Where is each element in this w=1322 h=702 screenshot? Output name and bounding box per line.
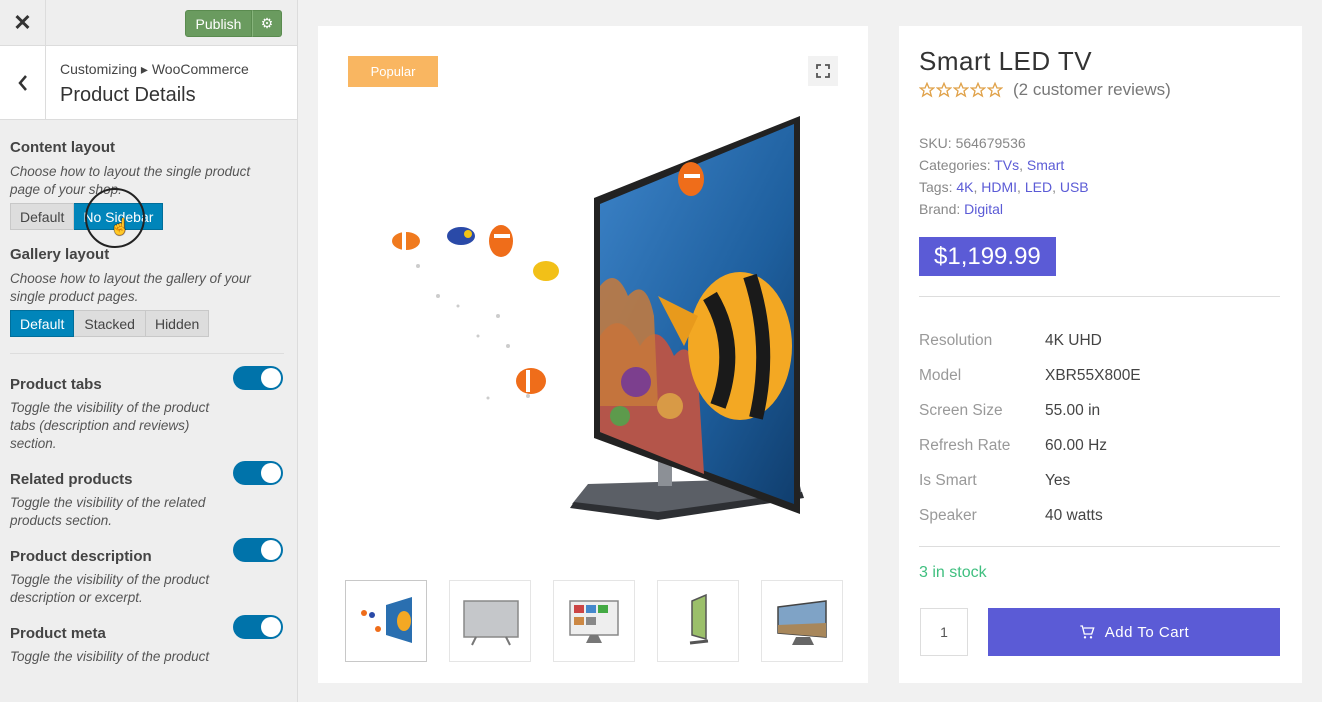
related-products-desc: Toggle the visibility of the related pro…	[10, 495, 206, 528]
divider	[919, 546, 1280, 547]
star-icon	[970, 82, 986, 98]
content-layout-title: Content layout	[10, 139, 115, 156]
thumbnail-5[interactable]	[761, 580, 843, 662]
thumbnail-3[interactable]	[553, 580, 635, 662]
product-meta: SKU: 564679536 Categories: TVs, Smart Ta…	[919, 132, 1089, 220]
spec-row: Screen Size 55.00 in	[919, 401, 1101, 419]
gallery-layout-hidden[interactable]: Hidden	[145, 310, 210, 337]
content-layout-desc: Choose how to layout the single product …	[10, 164, 251, 197]
gallery-layout-stacked[interactable]: Stacked	[74, 310, 146, 337]
customer-reviews-link[interactable]: (2 customer reviews)	[1013, 80, 1171, 100]
spec-row: Speaker 40 watts	[919, 506, 1103, 524]
product-summary: Smart LED TV (2 customer reviews) SKU: 5…	[899, 26, 1302, 683]
brand-link[interactable]: Digital	[964, 201, 1003, 217]
star-icon	[953, 82, 969, 98]
divider	[10, 353, 284, 354]
related-products-control: Related products Toggle the visibility o…	[10, 461, 287, 530]
related-products-toggle[interactable]	[233, 461, 283, 485]
publish-settings-gear-icon[interactable]: ⚙	[252, 10, 282, 37]
spec-list: Resolution 4K UHD Model XBR55X800E Screen …	[919, 323, 1141, 533]
section-header: Customizing ▸ WooCommerce Product Detail…	[0, 46, 297, 120]
customizer-sidebar: ✕ Publish ⚙ Customizing ▸ WooCommerce Pr…	[0, 0, 298, 702]
tag-link[interactable]: LED	[1025, 179, 1052, 195]
product-title: Smart LED TV	[919, 46, 1093, 76]
product-tabs-toggle[interactable]	[233, 366, 283, 390]
content-layout-default[interactable]: Default	[10, 203, 75, 230]
gallery-layout-desc: Choose how to layout the gallery of your…	[10, 271, 251, 304]
category-link[interactable]: TVs	[994, 157, 1019, 173]
add-to-cart-button[interactable]: Add To Cart	[988, 608, 1280, 656]
cart-icon	[1080, 625, 1095, 639]
product-price: $1,199.99	[919, 237, 1056, 276]
star-rating	[919, 82, 1003, 98]
tags-line: Tags: 4K, HDMI, LED, USB	[919, 179, 1089, 195]
product-main-image[interactable]	[358, 106, 848, 546]
product-meta-toggle[interactable]	[233, 615, 283, 639]
tag-link[interactable]: 4K	[956, 179, 973, 195]
tag-link[interactable]: HDMI	[981, 179, 1017, 195]
content-layout-control: Content layout Choose how to layout the …	[10, 139, 287, 230]
customizer-topbar: ✕ Publish ⚙	[0, 0, 297, 46]
product-tabs-control: Product tabs Toggle the visibility of th…	[10, 366, 287, 453]
product-gallery: Popular	[318, 26, 868, 683]
divider	[919, 296, 1280, 297]
sku-line: SKU: 564679536	[919, 135, 1026, 151]
category-link[interactable]: Smart	[1027, 157, 1064, 173]
chevron-left-icon	[17, 74, 27, 91]
spec-row: Model XBR55X800E	[919, 366, 1141, 384]
product-description-desc: Toggle the visibility of the product des…	[10, 572, 210, 605]
product-description-control: Product description Toggle the visibilit…	[10, 538, 287, 607]
tag-link[interactable]: USB	[1060, 179, 1089, 195]
thumbnail-1[interactable]	[345, 580, 427, 662]
gallery-layout-segmented: Default Stacked Hidden	[10, 310, 287, 337]
spec-row: Refresh Rate 60.00 Hz	[919, 436, 1108, 454]
spec-row: Resolution 4K UHD	[919, 331, 1102, 349]
star-icon	[919, 82, 935, 98]
fullscreen-expand-icon[interactable]	[808, 56, 838, 86]
quantity-input[interactable]: 1	[920, 608, 968, 656]
popular-badge: Popular	[348, 56, 438, 87]
breadcrumb: Customizing ▸ WooCommerce	[60, 61, 249, 77]
gallery-layout-default[interactable]: Default	[10, 310, 75, 337]
thumbnail-strip	[345, 580, 843, 662]
content-layout-segmented: Default No Sidebar	[10, 203, 287, 230]
back-button[interactable]	[0, 46, 46, 119]
product-meta-desc: Toggle the visibility of the product	[10, 649, 210, 664]
section-title: Product Details	[60, 84, 196, 106]
star-icon	[987, 82, 1003, 98]
controls-panel: Content layout Choose how to layout the …	[0, 139, 297, 666]
content-layout-no-sidebar[interactable]: No Sidebar	[74, 203, 164, 230]
categories-line: Categories: TVs, Smart	[919, 157, 1065, 173]
gallery-layout-control: Gallery layout Choose how to layout the …	[10, 246, 287, 337]
publish-button[interactable]: Publish	[185, 10, 252, 37]
star-icon	[936, 82, 952, 98]
thumbnail-4[interactable]	[657, 580, 739, 662]
thumbnail-2[interactable]	[449, 580, 531, 662]
gallery-layout-title: Gallery layout	[10, 246, 110, 263]
spec-row: Is Smart Yes	[919, 471, 1071, 489]
product-meta-control: Product meta Toggle the visibility of th…	[10, 615, 287, 666]
brand-line: Brand: Digital	[919, 201, 1004, 217]
product-description-toggle[interactable]	[233, 538, 283, 562]
add-to-cart-label: Add To Cart	[1104, 623, 1190, 641]
product-tabs-desc: Toggle the visibility of the product tab…	[10, 400, 210, 451]
stock-status: 3 in stock	[919, 564, 987, 581]
close-customizer-button[interactable]: ✕	[0, 0, 46, 46]
sku-value: 564679536	[955, 135, 1026, 151]
